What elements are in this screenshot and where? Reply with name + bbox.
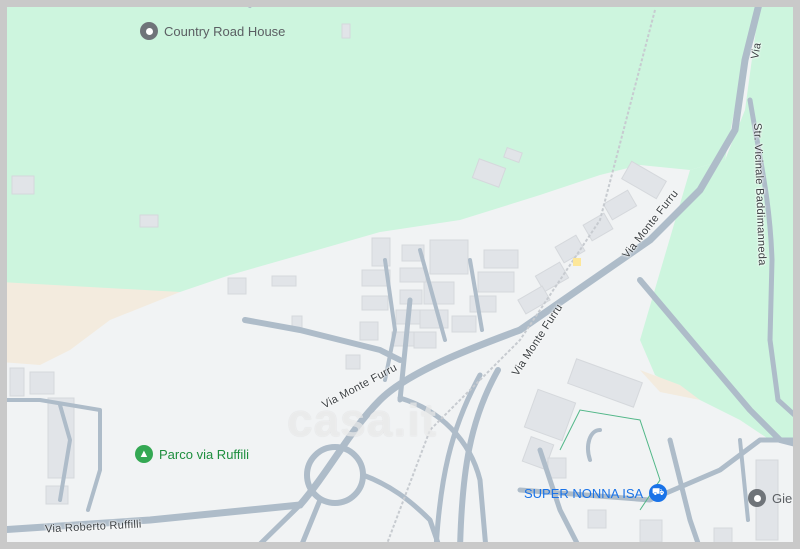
place-pin-icon <box>748 489 766 507</box>
map-canvas[interactable] <box>0 0 800 549</box>
poi-gie[interactable]: Gie <box>748 489 792 507</box>
poi-label: Gie <box>772 490 793 506</box>
watermark: casa.it <box>287 394 438 446</box>
poi-super-nonna-isa[interactable]: SUPER NONNA ISA ⛟ <box>524 484 668 502</box>
poi-parco-via-ruffili[interactable]: ▲ Parco via Ruffili <box>135 445 249 463</box>
place-pin-icon <box>140 22 158 40</box>
poi-label: Parco via Ruffili <box>159 446 250 462</box>
poi-country-road-house[interactable]: Country Road House <box>140 22 285 40</box>
small-marker <box>573 258 581 266</box>
poi-label: Country Road House <box>164 23 286 39</box>
tree-icon: ▲ <box>135 445 153 463</box>
shopping-cart-icon: ⛟ <box>649 484 668 502</box>
map-frame[interactable]: casa.it Country Road House ▲ Parco via R… <box>0 0 800 549</box>
poi-label: SUPER NONNA ISA <box>524 485 644 501</box>
